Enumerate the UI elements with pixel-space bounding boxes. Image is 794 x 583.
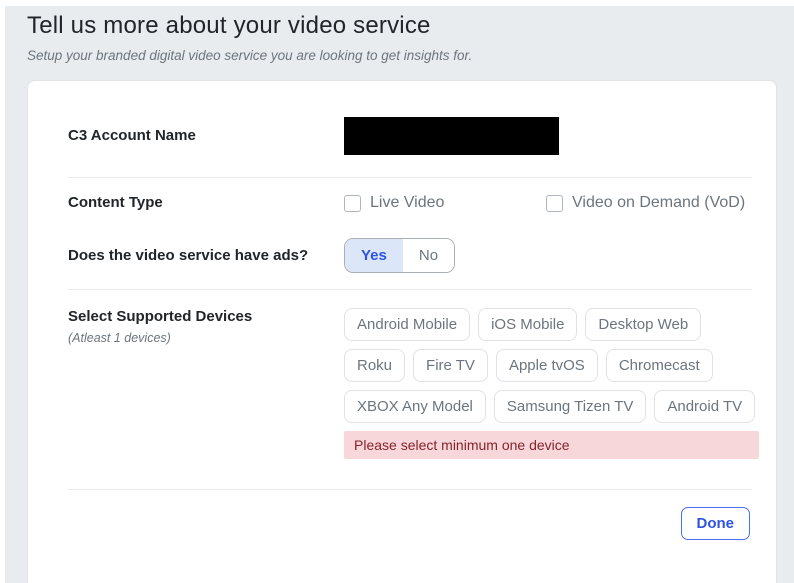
device-button-apple-tvos[interactable]: Apple tvOS: [495, 349, 598, 382]
device-row-2: Roku Fire TV Apple tvOS Chromecast: [344, 349, 759, 382]
ads-toggle-group: Yes No: [344, 238, 456, 273]
checkbox-live-video[interactable]: Live Video: [344, 194, 546, 212]
devices-error-message: Please select minimum one device: [344, 431, 759, 459]
video-service-form-card: C3 Account Name Content Type Live Video …: [27, 80, 777, 583]
ads-yes-button[interactable]: Yes: [345, 239, 403, 272]
page-background: Tell us more about your video service Se…: [5, 6, 794, 583]
page-title: Tell us more about your video service: [27, 12, 431, 39]
content-type-row: Content Type Live Video Video on Demand …: [68, 194, 752, 212]
checkbox-vod[interactable]: Video on Demand (VoD): [546, 194, 745, 212]
devices-label: Select Supported Devices: [68, 308, 253, 325]
page-subtitle: Setup your branded digital video service…: [27, 48, 473, 63]
done-button[interactable]: Done: [680, 507, 750, 540]
devices-row: Select Supported Devices (Atleast 1 devi…: [68, 308, 759, 459]
ads-no-button[interactable]: No: [402, 239, 455, 272]
devices-hint: (Atleast 1 devices): [68, 331, 171, 345]
device-button-android-tv[interactable]: Android TV: [654, 390, 756, 423]
card-footer: Done: [68, 490, 752, 540]
checkbox-icon: [546, 194, 563, 212]
checkbox-icon: [344, 194, 361, 212]
device-button-roku[interactable]: Roku: [344, 349, 406, 382]
device-row-3: XBOX Any Model Samsung Tizen TV Android …: [344, 390, 759, 423]
checkbox-vod-label: Video on Demand (VoD): [572, 194, 746, 211]
devices-field: Android Mobile iOS Mobile Desktop Web Ro…: [344, 308, 759, 459]
content-type-label: Content Type: [68, 194, 163, 211]
divider: [68, 177, 752, 178]
account-name-row: C3 Account Name: [68, 117, 752, 155]
device-button-desktop-web[interactable]: Desktop Web: [585, 308, 702, 341]
ads-row: Does the video service have ads? Yes No: [68, 238, 752, 273]
account-name-value-redacted[interactable]: [344, 117, 559, 155]
divider: [68, 289, 752, 290]
account-name-label: C3 Account Name: [68, 127, 196, 144]
device-button-xbox-any-model[interactable]: XBOX Any Model: [344, 390, 486, 423]
checkbox-live-video-label: Live Video: [370, 194, 445, 211]
device-button-android-mobile[interactable]: Android Mobile: [344, 308, 471, 341]
ads-question-label: Does the video service have ads?: [68, 246, 309, 264]
device-button-ios-mobile[interactable]: iOS Mobile: [478, 308, 578, 341]
device-button-samsung-tizen-tv[interactable]: Samsung Tizen TV: [493, 390, 647, 423]
device-row-1: Android Mobile iOS Mobile Desktop Web: [344, 308, 759, 341]
device-button-fire-tv[interactable]: Fire TV: [413, 349, 488, 382]
device-button-chromecast[interactable]: Chromecast: [605, 349, 713, 382]
